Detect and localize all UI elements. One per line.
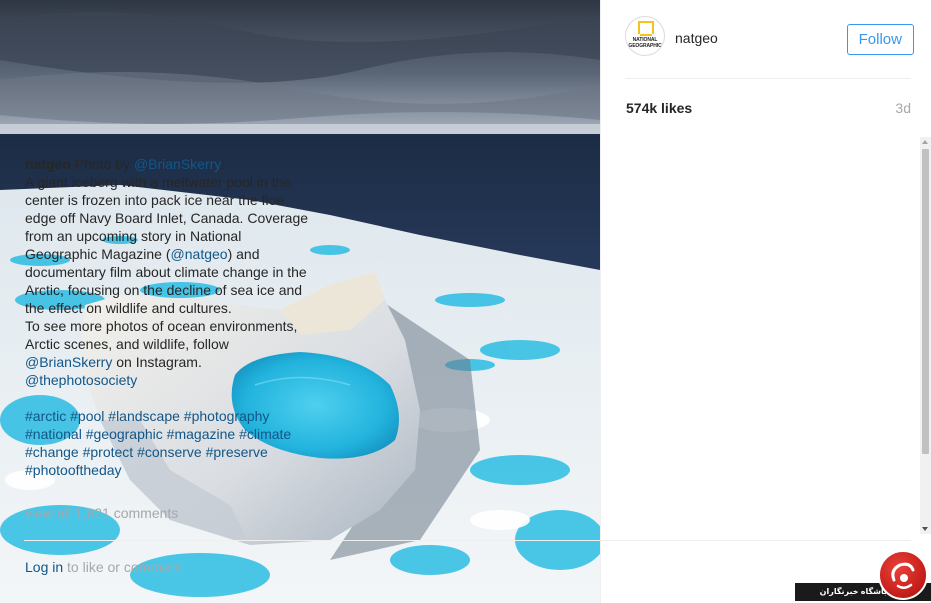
watermark-glyph-icon: [891, 562, 915, 589]
caption-mention[interactable]: @thephotosociety: [25, 371, 315, 389]
post-header: NATIONAL GEOGRAPHIC natgeo Follow: [625, 16, 915, 62]
avatar-logo-text: NATIONAL GEOGRAPHIC: [628, 37, 662, 49]
hashtag-link[interactable]: #pool: [70, 408, 104, 424]
caption: natgeo Photo by @BrianSkerry. A giant ic…: [25, 137, 315, 497]
hashtag-link[interactable]: #landscape: [108, 408, 180, 424]
comments-scrollbar[interactable]: [920, 137, 931, 534]
hashtag-link[interactable]: #change: [25, 444, 79, 460]
hashtag-list: #arctic #pool #landscape #photography #n…: [25, 407, 315, 479]
hashtag-link[interactable]: #arctic: [25, 408, 66, 424]
caption-mention[interactable]: @BrianSkerry: [25, 354, 112, 370]
hashtag-link[interactable]: #conserve: [137, 444, 202, 460]
caption-text-4: on Instagram.: [112, 354, 202, 370]
hashtag-link[interactable]: #geographic: [86, 426, 163, 442]
author-username[interactable]: natgeo: [675, 30, 718, 46]
natgeo-logo-icon: [638, 21, 654, 36]
view-all-comments-link[interactable]: view all 1,821 comments: [25, 504, 315, 522]
login-link[interactable]: Log in: [25, 559, 63, 575]
post-sidebar: NATIONAL GEOGRAPHIC natgeo Follow 574k l…: [600, 0, 931, 603]
scroll-down-arrow-icon[interactable]: [922, 527, 928, 531]
hashtag-link[interactable]: #national: [25, 426, 82, 442]
watermark-badge: باشگاه خبرنگاران: [795, 550, 931, 603]
hashtag-link[interactable]: #protect: [83, 444, 134, 460]
hashtag-link[interactable]: #magazine: [167, 426, 236, 442]
post-timestamp[interactable]: 3d: [895, 100, 911, 116]
comment-row: sofiafuentesgasparini C: [25, 530, 315, 534]
watermark-logo-icon: [878, 550, 928, 600]
hashtag-link[interactable]: #photooftheday: [25, 462, 122, 478]
scrollbar-thumb[interactable]: [922, 149, 929, 454]
follow-button[interactable]: Follow: [846, 24, 914, 55]
likes-count[interactable]: 574k likes: [626, 100, 692, 116]
avatar[interactable]: NATIONAL GEOGRAPHIC: [625, 16, 665, 56]
comment-text: C: [174, 531, 184, 534]
login-prompt-text: to like or comment.: [63, 559, 186, 575]
footer-divider: [24, 540, 911, 541]
caption-text-1: Photo by: [70, 156, 134, 172]
comments-list[interactable]: natgeo Photo by @BrianSkerry. A giant ic…: [25, 137, 315, 534]
hashtag-link[interactable]: #preserve: [206, 444, 268, 460]
watermark-text: باشگاه خبرنگاران: [819, 587, 887, 596]
caption-mention[interactable]: @natgeo: [171, 246, 228, 262]
login-prompt: Log in to like or comment.: [25, 559, 185, 575]
caption-username[interactable]: natgeo: [25, 156, 71, 172]
scroll-up-arrow-icon[interactable]: [922, 140, 928, 144]
comment-username[interactable]: sofiafuentesgasparini: [25, 531, 170, 534]
header-divider: [625, 78, 911, 79]
hashtag-link[interactable]: #climate: [239, 426, 291, 442]
caption-mention[interactable]: @BrianSkerry: [134, 156, 220, 172]
hashtag-link[interactable]: #photography: [184, 408, 270, 424]
